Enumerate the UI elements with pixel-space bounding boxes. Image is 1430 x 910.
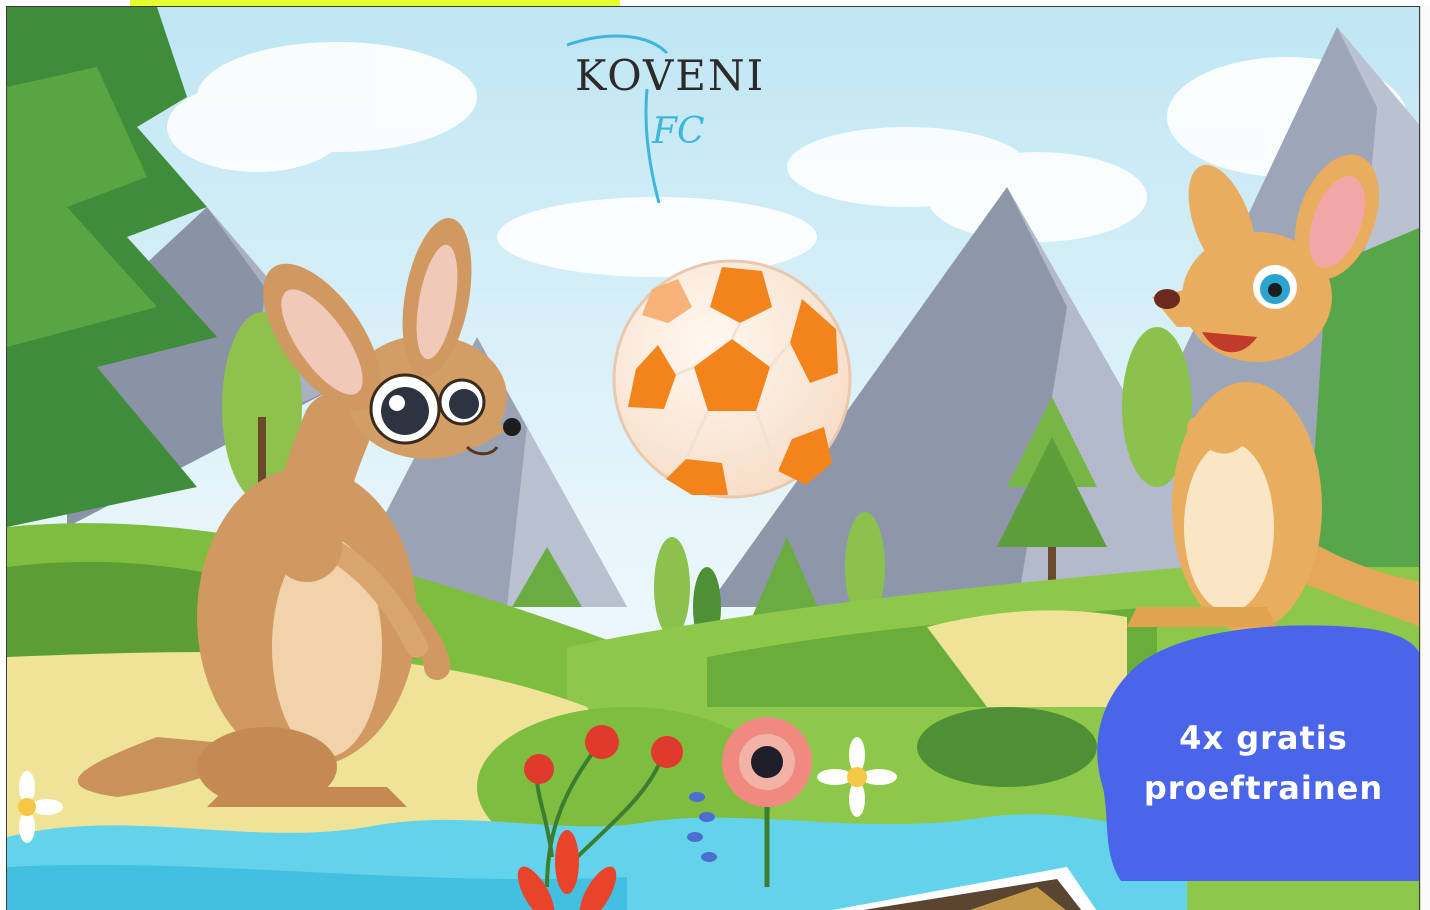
promo-badge[interactable]: 4x gratis proeftrainen (1091, 621, 1419, 881)
club-logo: KOVENI FC (547, 33, 787, 213)
hero-banner: KOVENI FC 4x gratis proeftrainen (6, 6, 1420, 910)
scrollbar-track[interactable] (1420, 6, 1430, 910)
promo-text: 4x gratis proeftrainen (1091, 713, 1419, 813)
logo-wordmark: KOVENI (575, 51, 766, 100)
promo-line-2: proeftrainen (1143, 769, 1384, 807)
promo-line-1: 4x gratis (1179, 719, 1348, 757)
soccer-ball-icon (612, 259, 852, 499)
logo-sub-mark: FC (652, 111, 705, 152)
